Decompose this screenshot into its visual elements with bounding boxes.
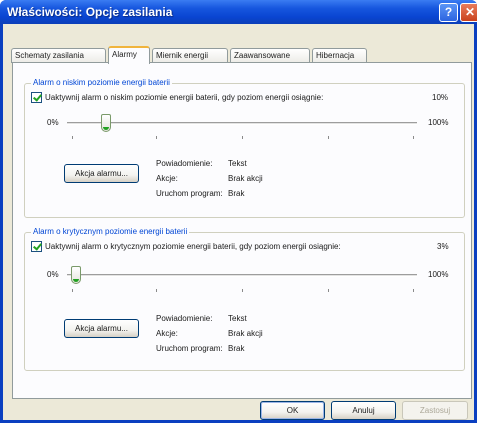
tab-advanced[interactable]: Zaawansowane [230, 48, 310, 63]
critical-program-label: Uruchom program: [156, 344, 223, 353]
low-battery-slider-track[interactable] [67, 122, 417, 125]
low-program-value: Brak [228, 189, 245, 198]
critical-actions-label: Akcje: [156, 329, 178, 338]
slider-tick [72, 136, 73, 139]
critical-notification-label: Powiadomienie: [156, 314, 213, 323]
low-actions-label: Akcje: [156, 174, 178, 183]
tab-strip: Schematy zasilania Alarmy Miernik energi… [11, 46, 471, 64]
slider-tick [156, 136, 157, 139]
close-icon[interactable]: ✕ [460, 3, 477, 22]
critical-actions-value: Brak akcji [228, 329, 263, 338]
critical-battery-checkbox-label: Uaktywnij alarm o krytycznym poziomie en… [45, 242, 341, 251]
tab-alarms[interactable]: Alarmy [108, 46, 150, 64]
slider-tick [156, 289, 157, 292]
critical-battery-alarm-checkbox[interactable] [31, 241, 42, 252]
low-program-label: Uruchom program: [156, 189, 223, 198]
tab-power-meter[interactable]: Miernik energii [152, 48, 228, 63]
critical-battery-slider-min-label: 0% [47, 270, 59, 279]
critical-battery-level-value: 3% [437, 242, 449, 251]
low-battery-slider-max-label: 100% [428, 118, 449, 127]
slider-tick [328, 289, 329, 292]
low-battery-group: Alarm o niskim poziomie energii baterii … [24, 78, 465, 218]
tab-hibernation[interactable]: Hibernacja [312, 48, 367, 63]
low-notification-value: Tekst [228, 159, 247, 168]
window-title: Właściwości: Opcje zasilania [7, 5, 173, 19]
critical-battery-slider-track[interactable] [67, 274, 417, 277]
tab-power-schemes[interactable]: Schematy zasilania [11, 48, 106, 63]
low-battery-alarm-action-button[interactable]: Akcja alarmu... [64, 164, 139, 183]
critical-battery-group: Alarm o krytycznym poziomie energii bate… [24, 227, 465, 371]
low-battery-slider-min-label: 0% [47, 118, 59, 127]
low-notification-label: Powiadomienie: [156, 159, 213, 168]
dialog-window: Właściwości: Opcje zasilania ? ✕ Schemat… [0, 0, 477, 423]
dialog-client-area: Schematy zasilania Alarmy Miernik energi… [3, 24, 474, 420]
slider-tick [328, 136, 329, 139]
critical-program-value: Brak [228, 344, 245, 353]
slider-tick [413, 136, 414, 139]
critical-battery-slider-thumb[interactable] [71, 266, 81, 284]
cancel-button[interactable]: Anuluj [331, 401, 396, 420]
low-battery-checkbox-label: Uaktywnij alarm o niskim poziomie energi… [45, 93, 324, 102]
title-bar[interactable]: Właściwości: Opcje zasilania ? ✕ [0, 0, 477, 24]
slider-tick [413, 289, 414, 292]
ok-button[interactable]: OK [260, 401, 325, 420]
low-battery-level-value: 10% [432, 93, 449, 102]
critical-battery-group-label: Alarm o krytycznym poziomie energii bate… [31, 227, 190, 236]
slider-tick [72, 289, 73, 292]
alarms-tab-panel: Alarm o niskim poziomie energii baterii … [12, 62, 472, 399]
slider-tick [242, 289, 243, 292]
apply-button[interactable]: Zastosuj [402, 401, 468, 420]
low-battery-slider-thumb[interactable] [101, 114, 111, 132]
low-actions-value: Brak akcji [228, 174, 263, 183]
help-icon[interactable]: ? [439, 3, 458, 22]
critical-battery-slider-max-label: 100% [428, 270, 449, 279]
low-battery-group-label: Alarm o niskim poziomie energii baterii [31, 78, 172, 87]
critical-battery-alarm-action-button[interactable]: Akcja alarmu... [64, 319, 139, 338]
low-battery-alarm-checkbox[interactable] [31, 92, 42, 103]
critical-notification-value: Tekst [228, 314, 247, 323]
slider-tick [242, 136, 243, 139]
